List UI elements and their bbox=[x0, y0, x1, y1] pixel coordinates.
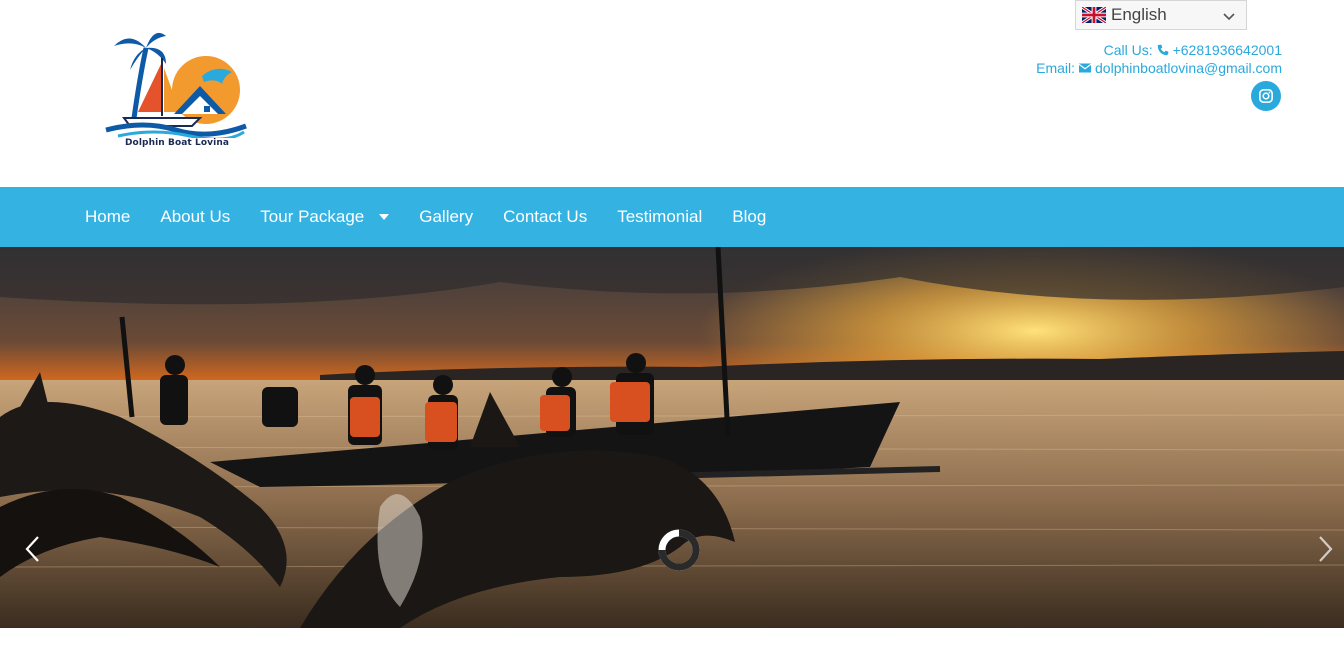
phone-row: Call Us: +6281936642001 bbox=[1036, 41, 1282, 59]
nav-label: Home bbox=[85, 207, 131, 226]
nav-label: About Us bbox=[160, 207, 231, 226]
uk-flag-icon bbox=[1082, 7, 1106, 23]
nav-item-home[interactable]: Home bbox=[85, 207, 130, 227]
nav-item-tour-package[interactable]: Tour Package bbox=[260, 207, 390, 227]
nav-item-blog[interactable]: Blog bbox=[732, 207, 766, 227]
language-selector[interactable]: English bbox=[1075, 0, 1247, 30]
logo-graphic bbox=[105, 32, 247, 141]
envelope-icon bbox=[1079, 63, 1092, 73]
email-label: Email: bbox=[1036, 60, 1076, 76]
chevron-left-icon[interactable] bbox=[24, 535, 40, 563]
call-label: Call Us: bbox=[1103, 42, 1153, 58]
site-header: Dolphin Boat Lovina English Call Us: +62… bbox=[0, 0, 1344, 187]
main-nav: Home About Us Tour Package Gallery Conta… bbox=[0, 187, 1344, 247]
nav-label: Gallery bbox=[419, 207, 474, 226]
language-label: English bbox=[1111, 5, 1167, 24]
loading-spinner-icon bbox=[658, 529, 700, 571]
phone-link[interactable]: +6281936642001 bbox=[1173, 41, 1282, 59]
nav-item-about-us[interactable]: About Us bbox=[160, 207, 230, 227]
instagram-icon bbox=[1259, 89, 1273, 103]
nav-label: Tour Package bbox=[260, 207, 365, 226]
email-row: Email: dolphinboatlovina@gmail.com bbox=[1036, 59, 1282, 77]
phone-icon bbox=[1157, 44, 1168, 56]
logo-text: Dolphin Boat Lovina bbox=[124, 138, 229, 148]
nav-label: Testimonial bbox=[617, 207, 703, 226]
nav-item-gallery[interactable]: Gallery bbox=[419, 207, 473, 227]
nav-item-contact-us[interactable]: Contact Us bbox=[503, 207, 587, 227]
chevron-right-icon[interactable] bbox=[1318, 535, 1334, 563]
site-logo[interactable]: Dolphin Boat Lovina bbox=[104, 26, 250, 154]
nav-item-testimonial[interactable]: Testimonial bbox=[617, 207, 702, 227]
caret-down-icon bbox=[379, 214, 390, 220]
nav-label: Blog bbox=[732, 207, 767, 226]
chevron-down-icon bbox=[1223, 13, 1235, 21]
instagram-button[interactable] bbox=[1251, 81, 1281, 111]
email-link[interactable]: dolphinboatlovina@gmail.com bbox=[1095, 59, 1282, 77]
nav-label: Contact Us bbox=[503, 207, 588, 226]
contact-info: Call Us: +6281936642001 Email: dolphinbo… bbox=[1036, 41, 1282, 77]
